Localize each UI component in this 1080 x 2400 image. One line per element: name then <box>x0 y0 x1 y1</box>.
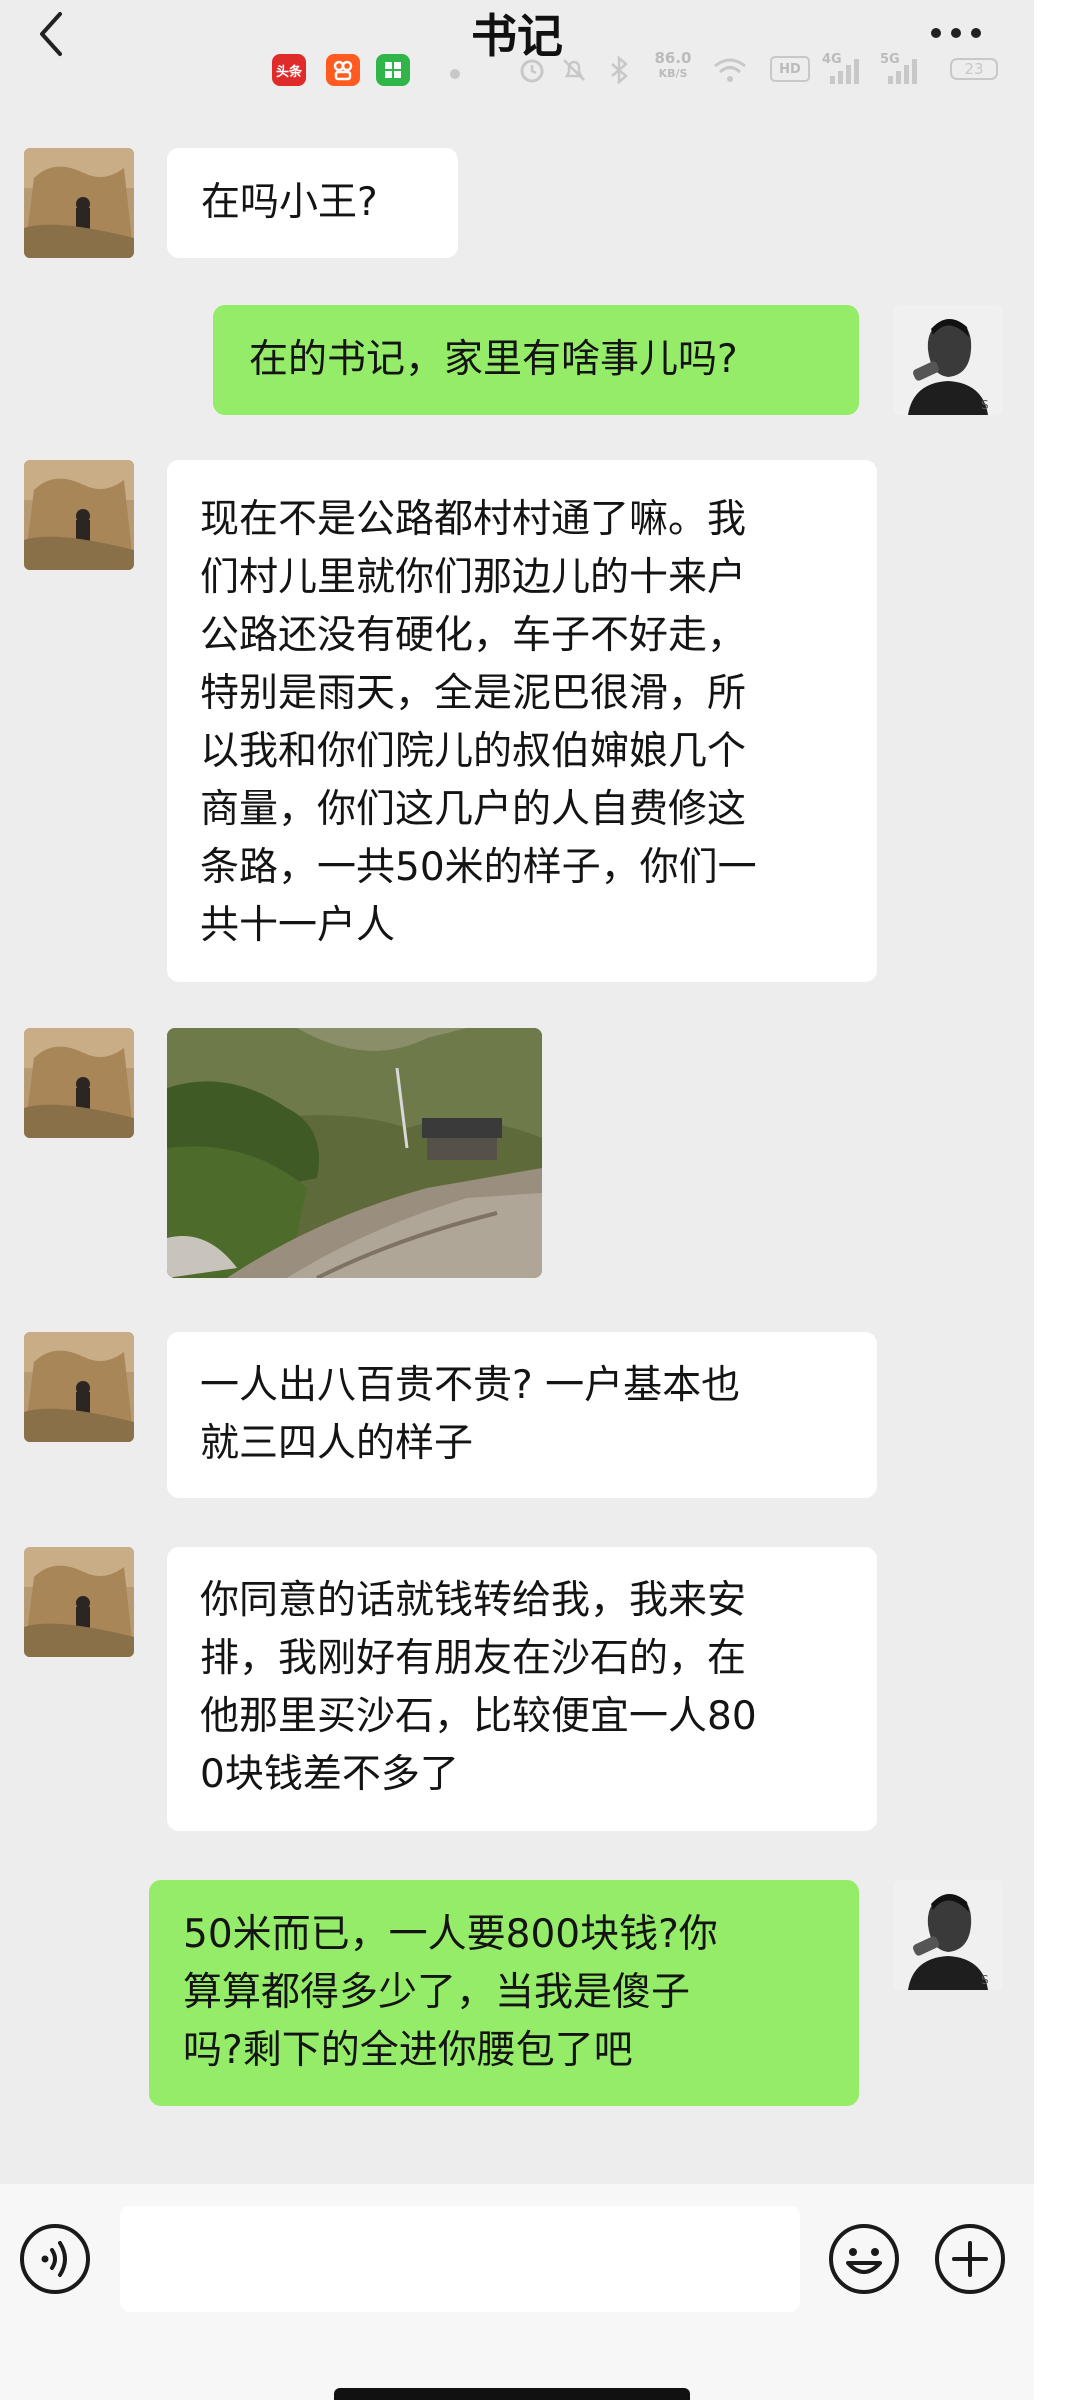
self-avatar[interactable]: S <box>893 1880 1003 1990</box>
kuaishou-app-icon <box>326 54 360 86</box>
contact-avatar[interactable] <box>24 1332 134 1442</box>
message-line: 现在不是公路都村村通了嘛。我 <box>200 497 747 542</box>
message-line: 共十一户人 <box>200 903 396 948</box>
contact-avatar[interactable] <box>24 1547 134 1657</box>
svg-text:S: S <box>981 1973 989 1987</box>
svg-text:S: S <box>981 398 989 412</box>
message-line: 一人出八百贵不贵? 一户基本也 <box>200 1363 741 1408</box>
mini-program-app-icon <box>376 54 410 86</box>
contact-avatar[interactable] <box>24 460 134 570</box>
message-bubble-incoming: 一人出八百贵不贵? 一户基本也 就三四人的样子 <box>167 1332 877 1498</box>
more-functions-button[interactable] <box>934 2223 1006 2295</box>
message-bubble-incoming: 你同意的话就钱转给我，我来安 排，我刚好有朋友在沙石的，在 他那里买沙石，比较便… <box>167 1547 877 1831</box>
more-button[interactable] <box>926 18 986 48</box>
message-bubble-incoming: 现在不是公路都村村通了嘛。我 们村儿里就你们那边儿的十来户 公路还没有硬化，车子… <box>167 460 877 982</box>
message-image-road-photo[interactable] <box>167 1028 542 1278</box>
signal-1-icon <box>824 56 860 90</box>
status-bar: 头条 86.0 KB/S HD 4G 5G 23 <box>268 50 1018 90</box>
chat-screen: 书记 头条 86.0 KB/S HD 4G 5G 23 在吗小王? 在的书记，家… <box>0 0 1034 2400</box>
message-line: 吗?剩下的全进你腰包了吧 <box>183 2028 633 2073</box>
hd-badge: HD <box>770 56 810 82</box>
message-input[interactable] <box>120 2206 800 2312</box>
message-line: 算算都得多少了，当我是傻子 <box>183 1970 691 2015</box>
contact-avatar[interactable] <box>24 1028 134 1138</box>
mute-bell-icon <box>560 56 588 88</box>
message-line: 们村儿里就你们那边儿的十来户 <box>200 555 747 600</box>
message-line: 0块钱差不多了 <box>200 1752 459 1797</box>
bluetooth-icon <box>608 55 630 88</box>
more-horizontal-icon <box>931 28 981 38</box>
voice-icon <box>20 2224 90 2294</box>
message-bubble-outgoing: 50米而已，一人要800块钱?你 算算都得多少了，当我是傻子 吗?剩下的全进你腰… <box>149 1880 859 2106</box>
self-avatar[interactable]: S <box>893 305 1003 415</box>
message-line: 以我和你们院儿的叔伯婶娘几个 <box>200 729 747 774</box>
battery-indicator: 23 <box>950 58 998 80</box>
message-bubble-outgoing: 在的书记，家里有啥事儿吗? <box>213 305 859 415</box>
message-line: 公路还没有硬化，车子不好走， <box>200 613 747 658</box>
emoji-icon <box>829 2224 899 2294</box>
message-line: 条路，一共50米的样子，你们一 <box>200 845 757 890</box>
message-bubble-incoming: 在吗小王? <box>167 148 458 258</box>
alarm-icon <box>518 56 546 88</box>
toutiao-app-icon: 头条 <box>272 54 306 86</box>
signal-2-icon <box>882 56 918 90</box>
wifi-icon <box>712 56 748 88</box>
message-line: 排，我刚好有朋友在沙石的，在 <box>200 1636 747 1681</box>
message-line: 就三四人的样子 <box>200 1421 474 1466</box>
voice-input-button[interactable] <box>19 2223 91 2295</box>
message-line: 他那里买沙石，比较便宜一人80 <box>200 1694 757 1739</box>
home-indicator[interactable] <box>334 2388 690 2400</box>
message-line: 你同意的话就钱转给我，我来安 <box>200 1578 747 1623</box>
plus-icon <box>935 2224 1005 2294</box>
message-line: 50米而已，一人要800块钱?你 <box>183 1912 718 1957</box>
contact-avatar[interactable] <box>24 148 134 258</box>
dot-icon <box>450 64 460 83</box>
network-speed: 86.0 KB/S <box>654 49 692 80</box>
message-line: 特别是雨天，全是泥巴很滑，所 <box>200 671 747 716</box>
message-line: 商量，你们这几户的人自费修这 <box>200 787 747 832</box>
emoji-button[interactable] <box>828 2223 900 2295</box>
